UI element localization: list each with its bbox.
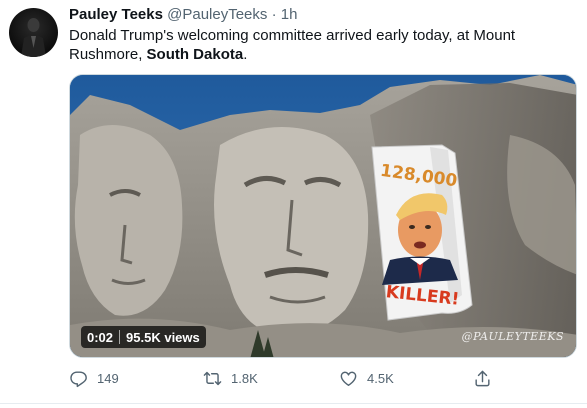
retweet-icon <box>203 371 222 386</box>
reply-icon <box>70 371 87 388</box>
author-handle[interactable]: @PauleyTeeks <box>167 6 267 23</box>
reply-count: 149 <box>97 371 119 386</box>
header-separator: · <box>271 6 277 23</box>
share-button[interactable] <box>473 369 492 388</box>
retweet-count: 1.8K <box>231 371 258 386</box>
video-info-badge: 0:02 95.5K views <box>81 326 206 348</box>
tweet-header: Pauley Teeks @PauleyTeeks · 1h <box>69 6 297 24</box>
author-name[interactable]: Pauley Teeks <box>69 6 163 23</box>
tweet-text-end: . <box>243 46 248 63</box>
tweet-timestamp[interactable]: 1h <box>281 6 298 23</box>
protest-banner: 128,000 KILLER! <box>371 144 473 321</box>
author-avatar[interactable] <box>9 8 58 57</box>
like-icon <box>340 371 357 386</box>
like-count: 4.5K <box>367 371 394 386</box>
tweet-actions: 149 1.8K 4.5K <box>69 367 499 391</box>
like-button[interactable]: 4.5K <box>339 369 394 388</box>
badge-divider <box>119 330 121 344</box>
tweet-text-bold: South Dakota <box>146 46 244 63</box>
video-duration: 0:02 <box>87 329 114 345</box>
share-icon <box>475 370 490 387</box>
video-views: 95.5K views <box>126 329 200 345</box>
video-player[interactable]: 128,000 KILLER! 0:02 95.5K views @PAULEY… <box>69 74 577 358</box>
retweet-button[interactable]: 1.8K <box>203 369 258 388</box>
tweet-text-part: Donald Trump's welcoming committee arriv… <box>69 27 516 63</box>
tweet-text: Donald Trump's welcoming committee arriv… <box>69 26 574 64</box>
video-watermark: @PAULEYTEEKS <box>461 330 564 343</box>
video-frame: 128,000 KILLER! <box>70 75 576 357</box>
reply-button[interactable]: 149 <box>69 369 119 388</box>
tweet-divider <box>0 403 587 404</box>
